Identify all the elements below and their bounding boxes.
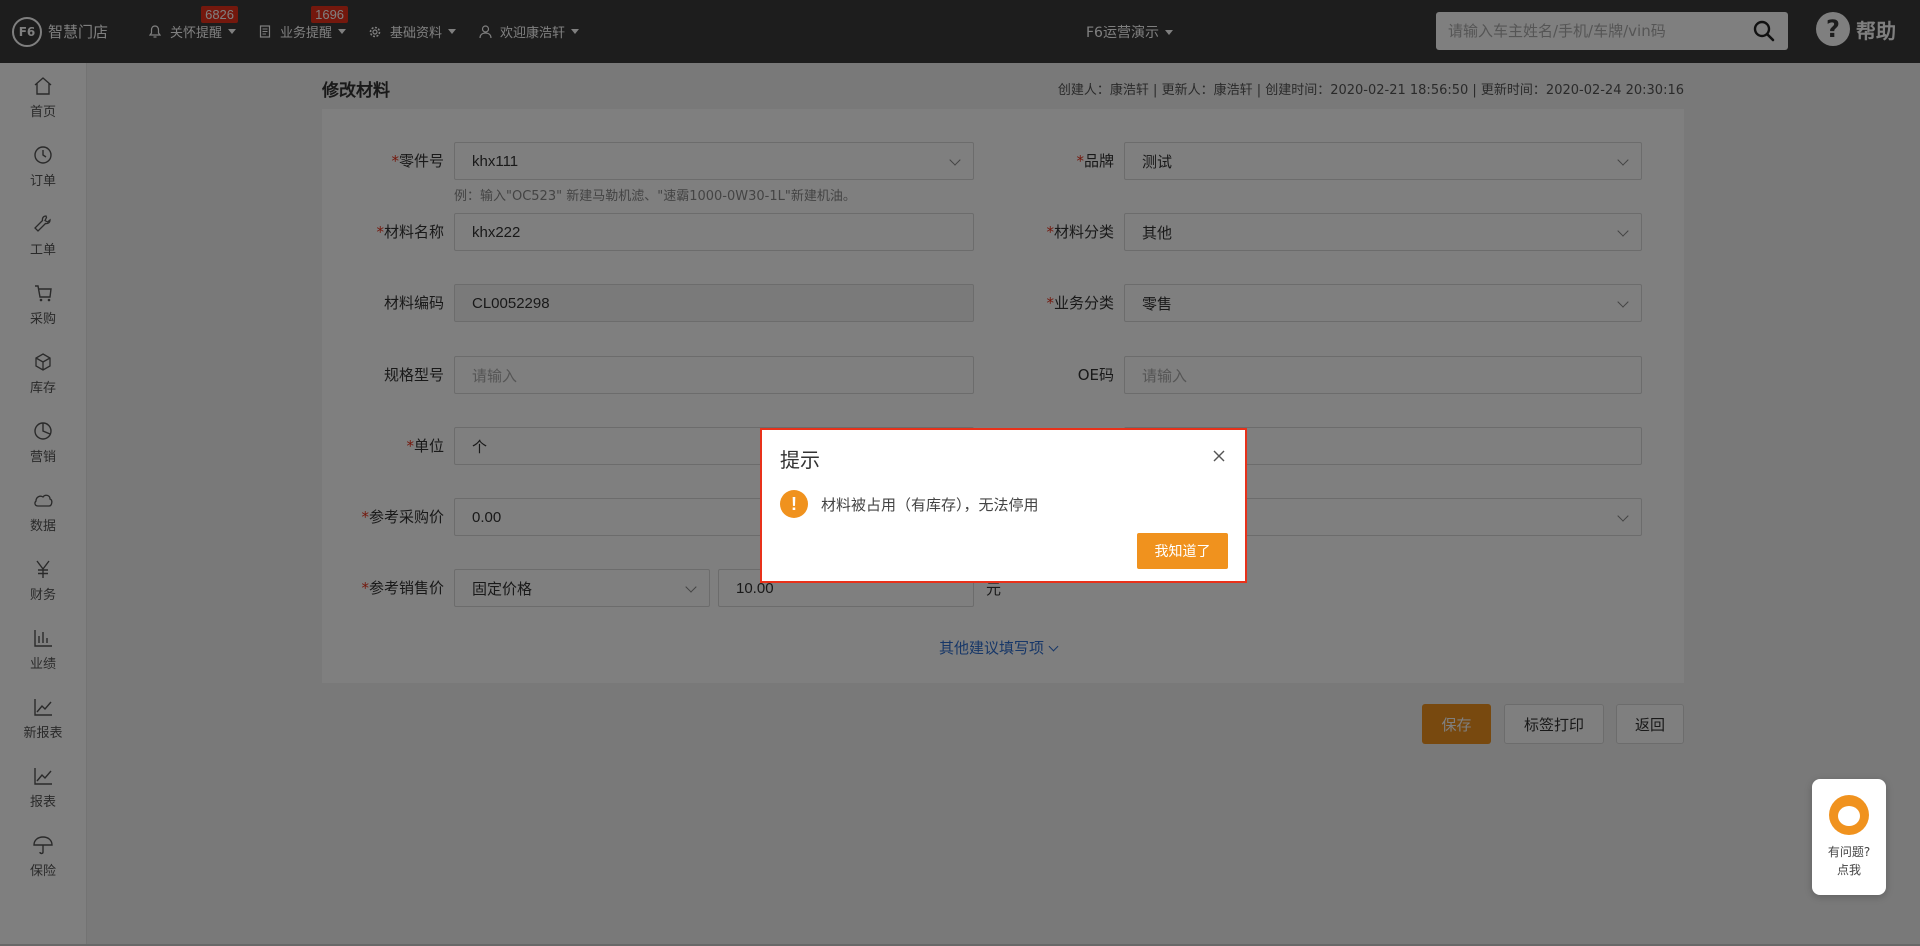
dialog-message: 材料被占用（有库存），无法停用 — [821, 496, 1039, 514]
alert-dialog: 提示 ! 材料被占用（有库存），无法停用 我知道了 — [760, 428, 1247, 583]
support-chat-button[interactable]: 有问题? 点我 — [1812, 779, 1886, 895]
acknowledge-button[interactable]: 我知道了 — [1137, 533, 1228, 569]
warning-icon: ! — [780, 490, 808, 518]
dialog-title: 提示 — [780, 448, 820, 472]
close-icon[interactable] — [1211, 448, 1227, 464]
chat-line-2: 点我 — [1836, 863, 1861, 877]
chat-line-1: 有问题? — [1827, 845, 1871, 859]
headset-icon — [1829, 795, 1869, 835]
